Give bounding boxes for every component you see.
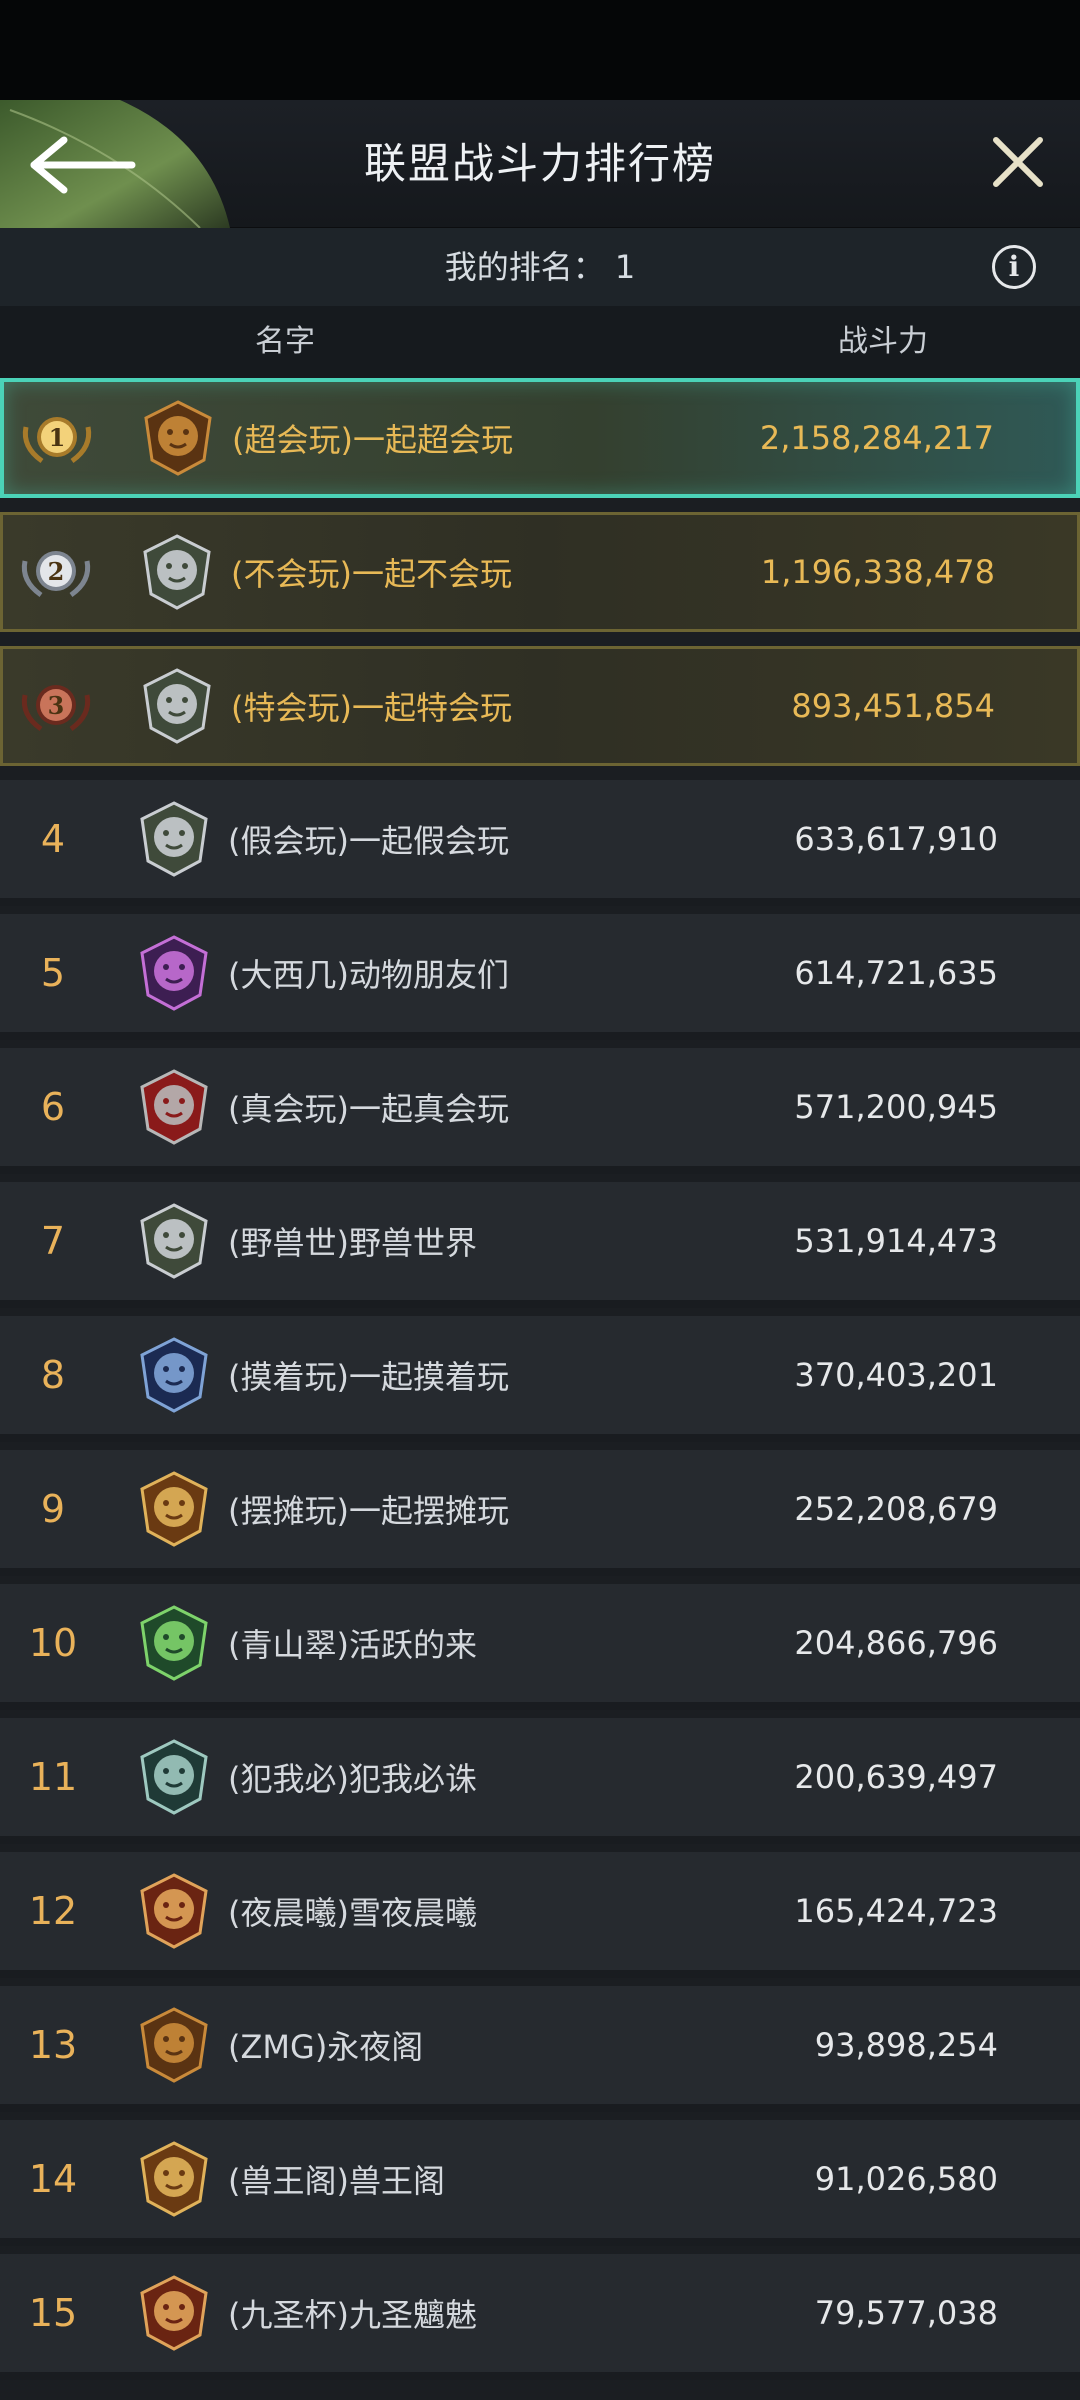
alliance-name: (摸着玩)一起摸着玩 xyxy=(228,1358,509,1396)
alliance-name: (夜晨曦)雪夜晨曦 xyxy=(228,1894,477,1932)
gorilla-emblem-icon xyxy=(136,1335,212,1415)
gold-medal-icon: 1 xyxy=(18,407,96,469)
ranking-row[interactable]: 4 (假会玩)一起假会玩 633,617,910 xyxy=(0,780,1080,906)
close-icon xyxy=(993,137,1043,187)
alliance-name: (野兽世)野兽世界 xyxy=(228,1224,477,1262)
power-value: 165,424,723 xyxy=(794,1892,998,1930)
power-value: 571,200,945 xyxy=(794,1088,998,1126)
rank-number: 15 xyxy=(28,2291,78,2335)
ranking-row[interactable]: 3 (特会玩)一起特会玩 893,451,854 xyxy=(0,646,1080,766)
power-value: 370,403,201 xyxy=(794,1356,998,1394)
ranking-row[interactable]: 6 (真会玩)一起真会玩 571,200,945 xyxy=(0,1048,1080,1174)
ranking-row[interactable]: 2 (不会玩)一起不会玩 1,196,338,478 xyxy=(0,512,1080,632)
column-power-label: 战斗力 xyxy=(838,324,928,359)
rank-number: 6 xyxy=(40,1085,66,1129)
alliance-name: (兽王阁)兽王阁 xyxy=(228,2162,445,2200)
svg-text:1: 1 xyxy=(49,423,66,452)
rank-number: 11 xyxy=(28,1755,78,1799)
rank-number: 10 xyxy=(28,1621,78,1665)
ranking-row[interactable]: 9 (摆摊玩)一起摆摊玩 252,208,679 xyxy=(0,1450,1080,1576)
ranking-row[interactable]: 14 (兽王阁)兽王阁 91,026,580 xyxy=(0,2120,1080,2246)
alliance-name: (超会玩)一起超会玩 xyxy=(232,421,513,459)
deer-emblem-icon xyxy=(136,1871,212,1951)
page-title: 联盟战斗力排行榜 xyxy=(363,139,716,188)
power-value: 893,451,854 xyxy=(791,687,995,725)
power-value: 200,639,497 xyxy=(794,1758,998,1796)
my-rank-bar: 我的排名： 1 i xyxy=(0,228,1080,306)
elephant-emblem-icon xyxy=(136,1201,212,1281)
rank-number: 12 xyxy=(28,1889,78,1933)
alliance-name: (特会玩)一起特会玩 xyxy=(231,689,512,727)
status-bar-area xyxy=(0,0,1080,100)
my-rank-text: 我的排名： 1 xyxy=(444,248,636,286)
bronze-medal-icon: 3 xyxy=(17,675,95,737)
alliance-name: (青山翠)活跃的来 xyxy=(228,1626,477,1664)
elephant-emblem-icon xyxy=(139,666,215,746)
alliance-name: (大西几)动物朋友们 xyxy=(228,956,509,994)
power-value: 531,914,473 xyxy=(794,1222,998,1260)
rank-number: 4 xyxy=(40,817,66,861)
rank-number: 14 xyxy=(28,2157,78,2201)
column-header: 名字 战斗力 xyxy=(0,306,1080,378)
rank-number: 5 xyxy=(40,951,66,995)
bear-emblem-icon xyxy=(136,2005,212,2085)
owl-emblem-icon xyxy=(136,1737,212,1817)
eagle-emblem-icon xyxy=(136,2139,212,2219)
ranking-row[interactable]: 11 (犯我必)犯我必诛 200,639,497 xyxy=(0,1718,1080,1844)
rank-number: 13 xyxy=(28,2023,78,2067)
column-name-label: 名字 xyxy=(255,324,315,359)
tree-emblem-icon xyxy=(136,1603,212,1683)
deer-emblem-icon xyxy=(136,2273,212,2353)
ranking-row[interactable]: 5 (大西几)动物朋友们 614,721,635 xyxy=(0,914,1080,1040)
silver-medal-icon: 2 xyxy=(17,541,95,603)
alliance-name: (九圣杯)九圣魑魅 xyxy=(228,2296,477,2334)
ranking-row[interactable]: 7 (野兽世)野兽世界 531,914,473 xyxy=(0,1182,1080,1308)
info-icon[interactable]: i xyxy=(992,245,1036,289)
alliance-name: (不会玩)一起不会玩 xyxy=(231,555,512,593)
power-value: 614,721,635 xyxy=(794,954,998,992)
alliance-name: (摆摊玩)一起摆摊玩 xyxy=(228,1492,509,1530)
rank-number: 9 xyxy=(40,1487,66,1531)
power-value: 1,196,338,478 xyxy=(760,553,995,591)
power-value: 93,898,254 xyxy=(814,2026,998,2064)
header-bar: 联盟战斗力排行榜 xyxy=(0,100,1080,228)
power-value: 79,577,038 xyxy=(814,2294,998,2332)
ranking-row[interactable]: 13 (ZMG)永夜阁 93,898,254 xyxy=(0,1986,1080,2112)
svg-text:3: 3 xyxy=(48,691,65,720)
bear-emblem-icon xyxy=(140,398,216,478)
power-value: 91,026,580 xyxy=(814,2160,998,2198)
power-value: 633,617,910 xyxy=(794,820,998,858)
rank-number: 8 xyxy=(40,1353,66,1397)
elephant-emblem-icon xyxy=(136,799,212,879)
alliance-name: (ZMG)永夜阁 xyxy=(228,2028,424,2066)
wolf-red-emblem-icon xyxy=(136,1067,212,1147)
power-value: 204,866,796 xyxy=(794,1624,998,1662)
ranking-row[interactable]: 12 (夜晨曦)雪夜晨曦 165,424,723 xyxy=(0,1852,1080,1978)
rank-number: 7 xyxy=(40,1219,66,1263)
svg-text:2: 2 xyxy=(48,557,65,586)
elephant-emblem-icon xyxy=(139,532,215,612)
ranking-row[interactable]: 15 (九圣杯)九圣魑魅 79,577,038 xyxy=(0,2254,1080,2380)
alliance-name: (假会玩)一起假会玩 xyxy=(228,822,509,860)
power-value: 252,208,679 xyxy=(794,1490,998,1528)
wolf-emblem-icon xyxy=(136,933,212,1013)
eagle-emblem-icon xyxy=(136,1469,212,1549)
ranking-row[interactable]: 1 (超会玩)一起超会玩 2,158,284,217 xyxy=(0,378,1080,498)
power-value: 2,158,284,217 xyxy=(759,419,994,457)
ranking-row[interactable]: 8 (摸着玩)一起摸着玩 370,403,201 xyxy=(0,1316,1080,1442)
alliance-name: (真会玩)一起真会玩 xyxy=(228,1090,509,1128)
close-button[interactable] xyxy=(986,130,1050,194)
alliance-name: (犯我必)犯我必诛 xyxy=(228,1760,477,1798)
ranking-row[interactable]: 10 (青山翠)活跃的来 204,866,796 xyxy=(0,1584,1080,1710)
